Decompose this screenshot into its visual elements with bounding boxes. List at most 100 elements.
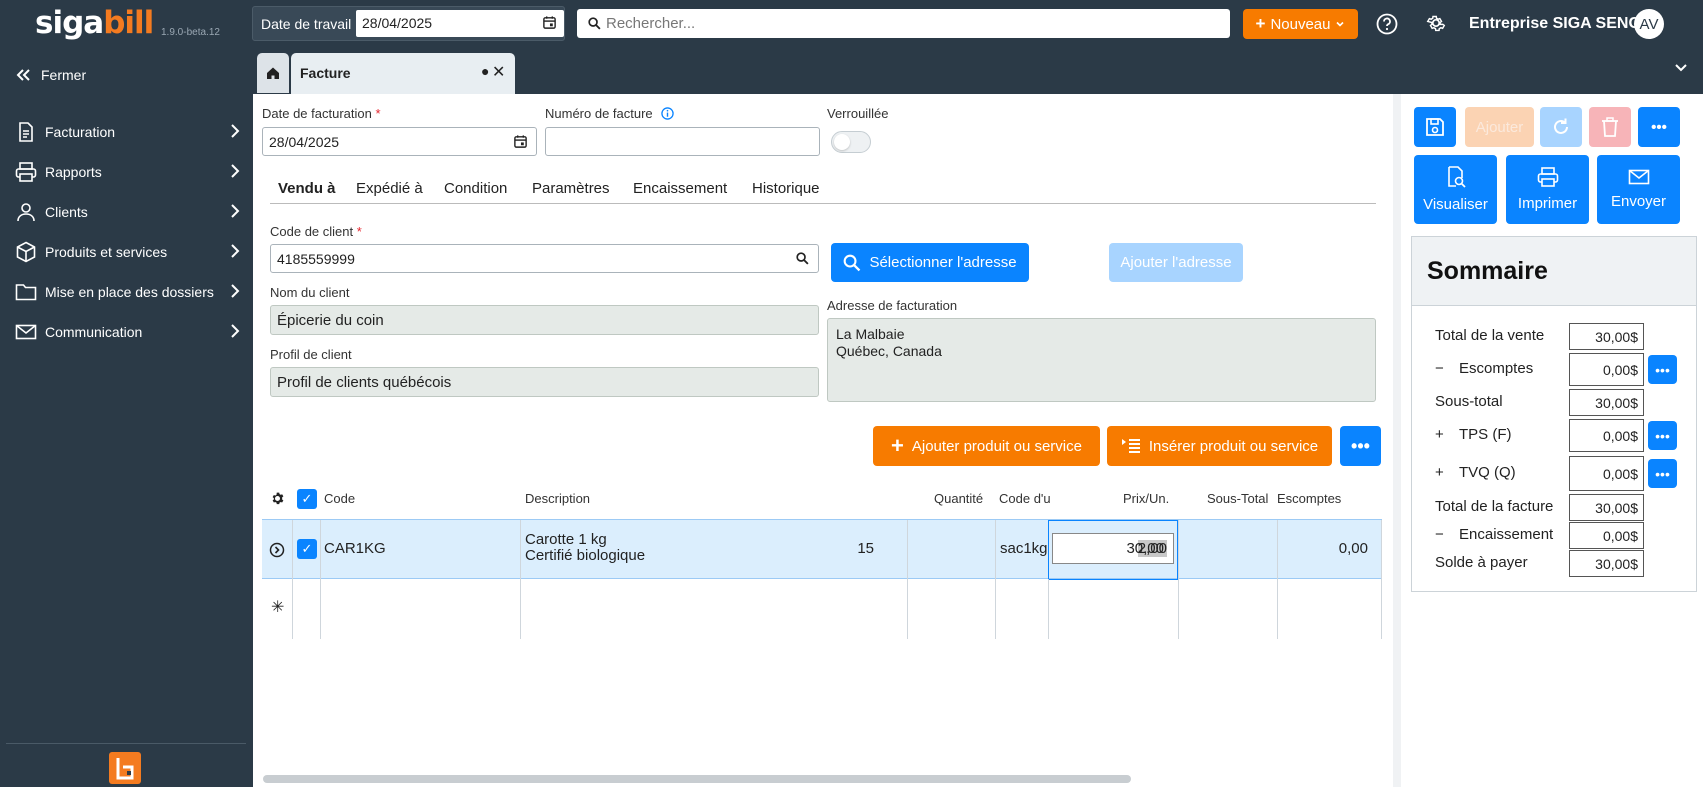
close-icon[interactable]: ✕	[492, 62, 505, 82]
tab-vendu-a[interactable]: Vendu à	[278, 180, 336, 197]
row-quantity[interactable]: 15	[857, 540, 874, 557]
col-description[interactable]: Description	[525, 491, 590, 506]
summary-label-escomptes: − Escomptes	[1435, 360, 1534, 377]
invoice-date-input[interactable]: 28/04/2025	[262, 127, 537, 156]
sidebar: Fermer Facturation Rapports Clients Prod…	[0, 47, 253, 787]
add-address-button[interactable]: Ajouter l'adresse	[1109, 243, 1243, 282]
tab-parametres[interactable]: Paramètres	[532, 180, 610, 197]
row-checkbox[interactable]: ✓	[297, 539, 317, 559]
help-icon[interactable]	[1376, 13, 1398, 35]
app-logo[interactable]: sigabill	[35, 5, 154, 41]
row-unit-code[interactable]: sac1kg	[1000, 540, 1048, 557]
tps-details-button[interactable]: •••	[1648, 421, 1677, 450]
sidebar-item-produits[interactable]: Produits et services	[15, 237, 240, 267]
select-address-button[interactable]: Sélectionner l'adresse	[831, 243, 1029, 282]
tab-home[interactable]	[257, 53, 289, 93]
summary-header: Sommaire	[1412, 237, 1696, 306]
summary-value-solde: 30,00$	[1569, 550, 1644, 577]
customer-profile-field: Profil de clients québécois	[270, 367, 819, 397]
customer-code-input[interactable]: 4185559999	[270, 244, 819, 273]
send-button[interactable]: Envoyer	[1597, 155, 1680, 224]
calendar-icon[interactable]	[542, 15, 557, 30]
row-expand-icon[interactable]	[269, 542, 285, 558]
refresh-button[interactable]	[1540, 107, 1582, 147]
gear-icon[interactable]	[270, 491, 285, 506]
select-all-checkbox[interactable]: ✓	[297, 489, 317, 509]
col-unit-code[interactable]: Code d'u	[999, 491, 1051, 506]
table-row[interactable]: ✓ CAR1KG Carotte 1 kg Certifié biologiqu…	[262, 519, 1382, 580]
summary-value-encaissement: 0,00$	[1569, 522, 1644, 549]
col-quantity[interactable]: Quantité	[934, 491, 983, 506]
tab-condition[interactable]: Condition	[444, 180, 507, 197]
sidebar-item-clients[interactable]: Clients	[15, 197, 240, 227]
invoice-number-input[interactable]	[545, 127, 820, 156]
more-options-button[interactable]: •••	[1638, 107, 1680, 147]
search-icon[interactable]	[796, 252, 809, 265]
save-button[interactable]	[1414, 107, 1456, 147]
sidebar-divider	[6, 743, 246, 744]
summary-value-tvq: 0,00$	[1569, 456, 1644, 491]
gear-icon[interactable]	[1425, 12, 1447, 34]
tvq-details-button[interactable]: •••	[1648, 459, 1677, 488]
search-icon	[588, 17, 601, 30]
sidebar-item-dossiers[interactable]: Mise en place des dossiers	[15, 277, 240, 307]
print-button[interactable]: Imprimer	[1506, 155, 1589, 224]
add-button[interactable]: Ajouter	[1465, 107, 1534, 147]
home-icon	[267, 67, 279, 79]
insert-product-button[interactable]: Insérer produit ou service	[1107, 426, 1332, 466]
tab-expedie-a[interactable]: Expédié à	[356, 180, 423, 197]
company-name[interactable]: Entreprise SIGA SENC	[1469, 15, 1640, 33]
insert-list-icon	[1121, 439, 1140, 453]
col-code[interactable]: Code	[324, 491, 355, 506]
brand-logo-icon[interactable]	[109, 752, 141, 784]
customer-profile-label: Profil de client	[270, 347, 352, 362]
calendar-icon[interactable]	[513, 134, 528, 149]
row-subtotal[interactable]: 30,00	[1126, 540, 1164, 557]
preview-document-icon	[1447, 166, 1466, 188]
customer-code-label: Code de client *	[270, 224, 362, 239]
new-button[interactable]: + Nouveau	[1243, 9, 1358, 39]
delete-button[interactable]	[1589, 107, 1631, 147]
row-description[interactable]: Carotte 1 kg Certifié biologique	[525, 532, 645, 564]
col-discounts[interactable]: Escomptes	[1277, 491, 1341, 506]
more-actions-button[interactable]: •••	[1340, 426, 1381, 466]
chevron-right-icon	[231, 204, 240, 218]
billing-address-field[interactable]: La Malbaie Québec, Canada	[827, 318, 1376, 402]
customer-name-field: Épicerie du coin	[270, 305, 819, 335]
new-row[interactable]: ✳	[262, 579, 1382, 639]
sidebar-item-label: Communication	[45, 324, 143, 340]
tab-encaissement[interactable]: Encaissement	[633, 180, 727, 197]
more-icon: •••	[1651, 118, 1667, 136]
summary-value-total-vente: 30,00$	[1569, 323, 1644, 350]
summary-label-solde: Solde à payer	[1435, 554, 1528, 571]
avatar[interactable]: AV	[1634, 9, 1664, 39]
chevron-down-icon[interactable]	[1674, 63, 1688, 73]
tab-historique[interactable]: Historique	[752, 180, 820, 197]
person-icon	[17, 203, 35, 222]
row-code[interactable]: CAR1KG	[324, 540, 386, 557]
close-sidebar-button[interactable]: Fermer	[15, 67, 86, 83]
sidebar-item-facturation[interactable]: Facturation	[15, 117, 240, 147]
add-product-button[interactable]: + Ajouter produit ou service	[873, 426, 1100, 466]
horizontal-scrollbar[interactable]	[263, 775, 1131, 783]
grid-header: ✓ Code Description Quantité Code d'u Pri…	[262, 483, 1382, 519]
customer-name-label: Nom du client	[270, 285, 350, 300]
tab-facture[interactable]: Facture ● ✕	[291, 53, 515, 94]
col-unit-price[interactable]: Prix/Un.	[1123, 491, 1169, 506]
col-subtotal[interactable]: Sous-Total	[1207, 491, 1268, 506]
sidebar-item-rapports[interactable]: Rapports	[15, 157, 240, 187]
locked-toggle[interactable]	[831, 131, 871, 153]
discounts-details-button[interactable]: •••	[1648, 355, 1677, 384]
sidebar-item-label: Clients	[45, 204, 88, 220]
global-search-input[interactable]: Rechercher...	[577, 9, 1230, 38]
sidebar-item-communication[interactable]: Communication	[15, 317, 240, 347]
work-date-input[interactable]: 28/04/2025	[356, 10, 564, 37]
trash-icon	[1602, 117, 1618, 137]
row-discounts[interactable]: 0,00	[1339, 540, 1368, 557]
info-icon[interactable]	[661, 107, 675, 120]
refresh-icon	[1554, 118, 1568, 134]
summary-title: Sommaire	[1427, 257, 1548, 285]
preview-button[interactable]: Visualiser	[1414, 155, 1497, 224]
locked-label: Verrouillée	[827, 106, 889, 121]
app-version: 1.9.0-beta.12	[161, 27, 220, 38]
